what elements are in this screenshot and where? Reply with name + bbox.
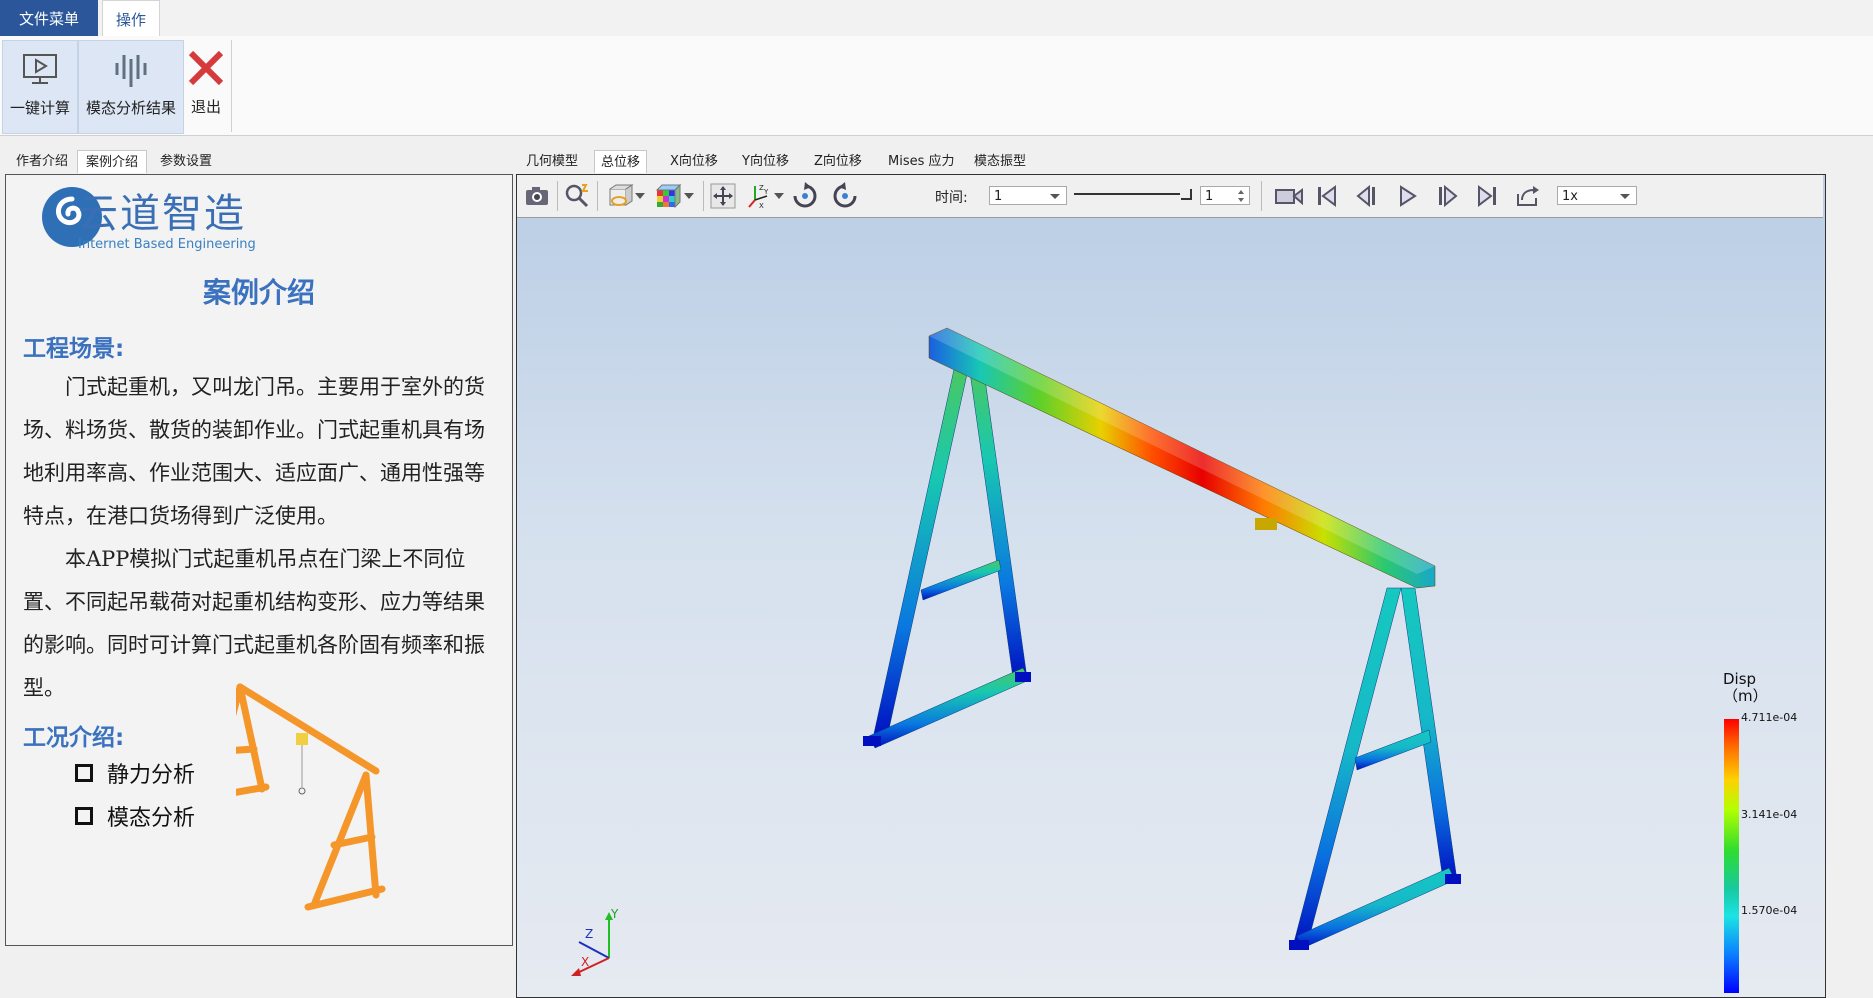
skip-to-start-icon[interactable] xyxy=(1313,183,1341,209)
chevron-down-icon xyxy=(1050,194,1060,199)
case-intro-panel: 云道智造 Internet Based Engineering 案例介绍 工程场… xyxy=(5,174,513,946)
exit-label: 退出 xyxy=(190,98,221,116)
chevron-down-icon[interactable] xyxy=(634,183,646,209)
play-icon[interactable] xyxy=(1393,183,1421,209)
scenario-paragraph: 门式起重机，又叫龙门吊。主要用于室外的货场、料场货、散货的装卸作业。门式起重机具… xyxy=(23,375,485,528)
modal-results-button[interactable]: 模态分析结果 xyxy=(78,40,184,134)
tab-geometry-model[interactable]: 几何模型 xyxy=(520,150,584,172)
legend-quantity: Disp xyxy=(1723,670,1757,688)
option-modal-analysis[interactable]: 模态分析 xyxy=(75,800,195,832)
ribbon-group-divider xyxy=(231,40,232,132)
camera-snapshot-icon[interactable] xyxy=(523,183,551,209)
axis-orientation-icon[interactable]: ZYX xyxy=(745,183,773,210)
rotate-clockwise-icon[interactable] xyxy=(791,182,819,209)
option-static-label: 静力分析 xyxy=(107,763,196,788)
record-video-icon[interactable] xyxy=(1273,183,1305,209)
checkbox-icon xyxy=(75,764,93,782)
time-label: 时间: xyxy=(935,190,968,206)
svg-text:Y: Y xyxy=(763,188,769,196)
tab-z-displacement[interactable]: Z向位移 xyxy=(808,150,868,172)
tab-total-displacement[interactable]: 总位移 xyxy=(594,150,648,173)
section-heading-scenario: 工程场景: xyxy=(23,336,125,362)
time-slider-track[interactable] xyxy=(1074,193,1180,195)
tab-operations[interactable]: 操作 xyxy=(102,0,160,37)
tab-author-intro[interactable]: 作者介绍 xyxy=(8,150,76,172)
chevron-down-icon[interactable] xyxy=(683,183,695,209)
section-heading-conditions: 工况介绍: xyxy=(23,725,125,751)
option-modal-label: 模态分析 xyxy=(107,806,196,831)
speed-value: 1x xyxy=(1562,189,1578,204)
tab-mode-shapes[interactable]: 模态振型 xyxy=(968,150,1032,172)
tab-y-displacement[interactable]: Y向位移 xyxy=(736,150,795,172)
ribbon-tab-bar: 文件菜单 操作 xyxy=(0,0,1873,37)
legend-low-value: 1.570e-04 xyxy=(1741,904,1798,917)
one-click-compute-label: 一键计算 xyxy=(9,99,70,117)
logo-text: 云道智造 xyxy=(78,191,246,237)
playback-speed-select[interactable]: 1x xyxy=(1557,186,1637,205)
display-mode-icon[interactable] xyxy=(607,183,635,209)
chevron-down-icon xyxy=(1620,194,1630,199)
legend-mid-value: 3.141e-04 xyxy=(1741,808,1798,821)
chevron-down-icon[interactable] xyxy=(773,183,785,209)
zoom-fit-icon[interactable] xyxy=(563,183,591,209)
close-x-icon xyxy=(184,40,228,96)
pan-move-icon[interactable] xyxy=(709,183,737,209)
modal-results-label: 模态分析结果 xyxy=(85,99,176,117)
rotate-counterclockwise-icon[interactable] xyxy=(831,182,859,209)
time-step-select[interactable]: 1 xyxy=(989,186,1067,205)
export-icon[interactable] xyxy=(1513,183,1541,209)
axis-z-label: Z xyxy=(585,927,593,941)
axis-triad: Y Z X xyxy=(571,907,619,976)
tab-parameter-settings[interactable]: 参数设置 xyxy=(152,150,220,172)
frame-value: 1 xyxy=(1205,189,1214,204)
time-slider-handle[interactable] xyxy=(1181,189,1192,200)
option-static-analysis[interactable]: 静力分析 xyxy=(75,757,195,789)
skip-to-end-icon[interactable] xyxy=(1473,183,1501,209)
toolbar-divider xyxy=(557,181,558,211)
legend-unit: （m） xyxy=(1723,687,1768,705)
waveform-icon xyxy=(79,41,183,97)
svg-text:X: X xyxy=(759,202,764,210)
tab-mises-stress[interactable]: Mises 应力 xyxy=(882,150,961,172)
logo-subtitle: Internet Based Engineering xyxy=(78,237,256,252)
checkbox-icon xyxy=(75,807,93,825)
legend-max-value: 4.711e-04 xyxy=(1741,711,1798,724)
gantry-crane-displacement-model: Y Z X xyxy=(571,327,1461,976)
monitor-play-icon xyxy=(3,41,77,97)
frame-spinbox[interactable]: 1 xyxy=(1200,186,1250,205)
legend-color-bar xyxy=(1724,719,1739,993)
gantry-crane-illustration xyxy=(236,683,386,911)
spinner-arrows-icon xyxy=(1238,190,1244,202)
toolbar-divider xyxy=(1261,181,1262,211)
ribbon-toolbar: 一键计算 模态分析结果 退出 xyxy=(0,36,1873,136)
3d-result-viewer[interactable]: ZYX 时间: 1 1 1x Y Z X xyxy=(516,174,1826,998)
toolbar-divider xyxy=(703,181,704,211)
step-forward-icon[interactable] xyxy=(1433,183,1461,209)
viewer-toolbar: ZYX 时间: 1 1 1x xyxy=(517,175,1823,218)
step-backward-icon[interactable] xyxy=(1353,183,1381,209)
axis-y-label: Y xyxy=(610,907,619,921)
exit-button[interactable]: 退出 xyxy=(184,40,228,132)
time-step-value: 1 xyxy=(994,189,1003,204)
case-title: 案例介绍 xyxy=(202,276,315,309)
color-cube-icon[interactable] xyxy=(654,183,682,209)
tab-x-displacement[interactable]: X向位移 xyxy=(664,150,724,172)
tab-file-menu[interactable]: 文件菜单 xyxy=(0,0,98,36)
toolbar-divider xyxy=(597,181,598,211)
tab-case-intro[interactable]: 案例介绍 xyxy=(77,150,148,173)
one-click-compute-button[interactable]: 一键计算 xyxy=(2,40,78,134)
axis-x-label: X xyxy=(581,955,589,969)
legend-title: Disp （m） xyxy=(1723,671,1768,705)
